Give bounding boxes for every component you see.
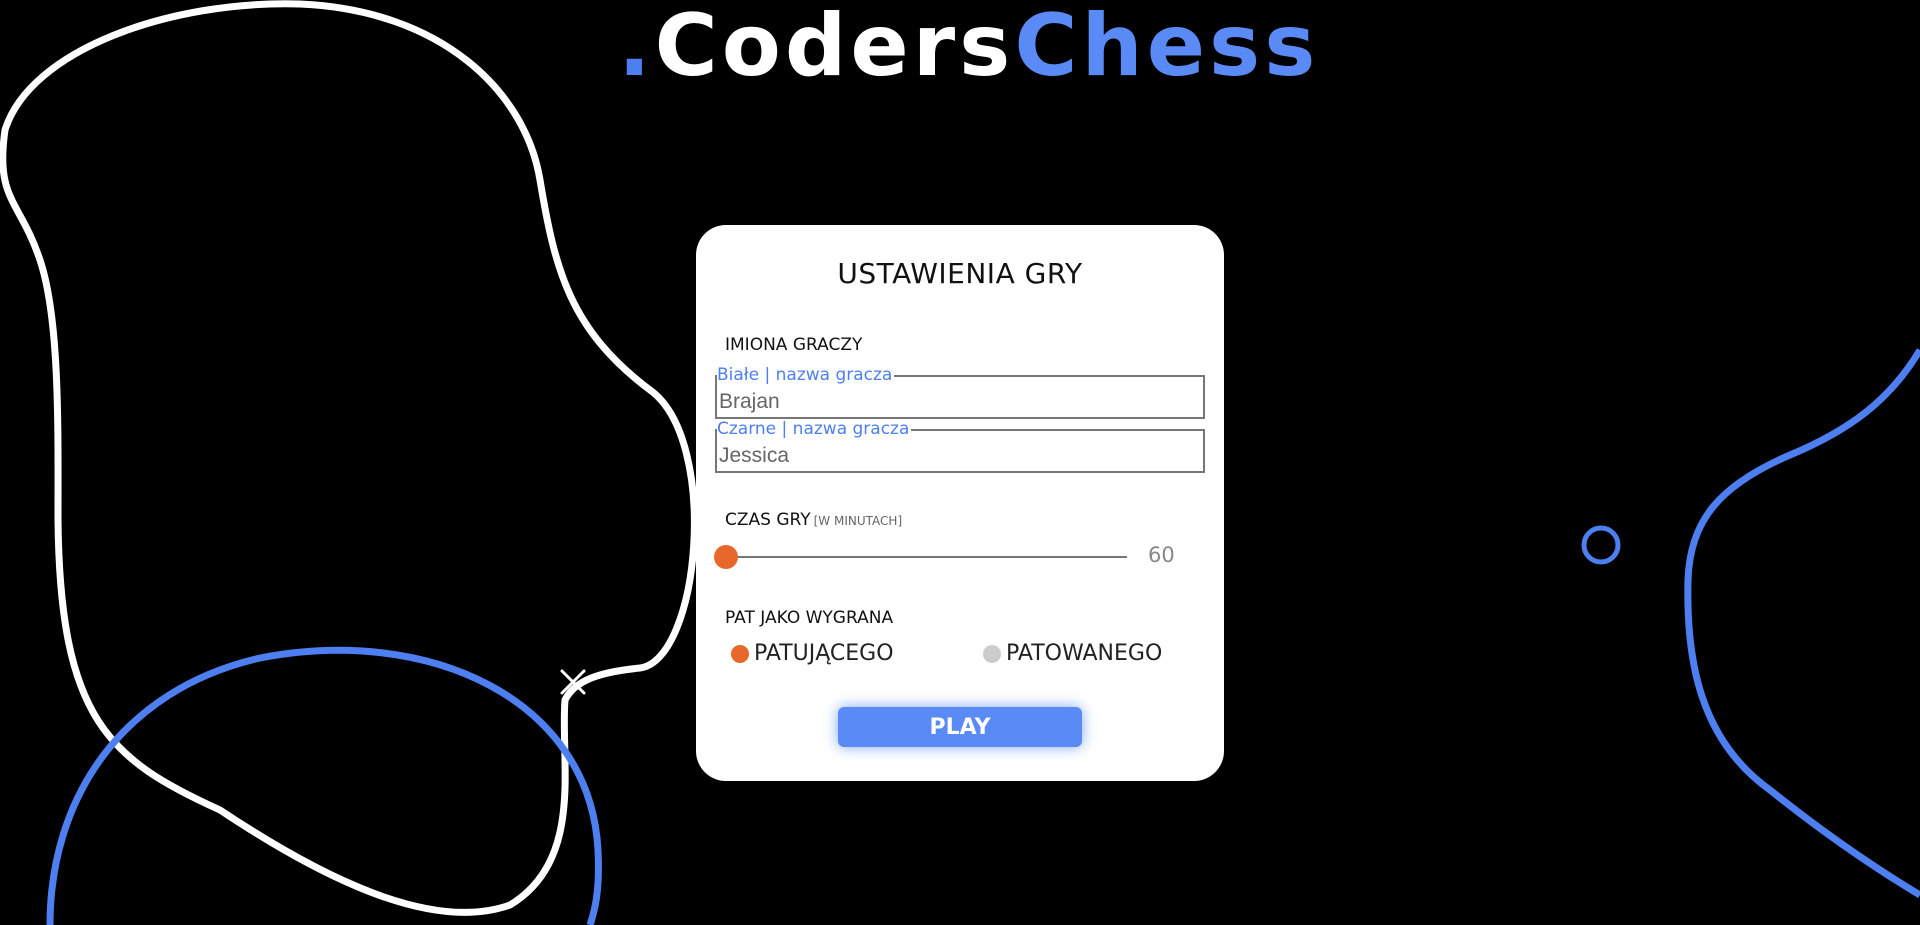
- blue-blob-left: [46, 646, 602, 925]
- radio-option-stalemating[interactable]: PATUJĄCEGO: [731, 641, 894, 666]
- black-player-input[interactable]: [719, 444, 1189, 468]
- time-slider-thumb[interactable]: [714, 545, 738, 569]
- blue-wave-right: [1684, 348, 1920, 899]
- stalemate-label: PAT JAKO WYGRANA: [725, 608, 894, 628]
- white-player-legend: Białe | nazwa gracza: [717, 365, 895, 385]
- logo-coders: Coders: [654, 0, 1015, 96]
- logo-chess: Chess: [1014, 0, 1320, 96]
- white-loop-line: [0, 0, 698, 916]
- players-label: IMIONA GRACZY: [725, 335, 863, 355]
- time-label-hint: [W MINUTACH]: [813, 514, 903, 528]
- black-player-legend: Czarne | nazwa gracza: [717, 419, 912, 439]
- black-player-field: Czarne | nazwa gracza: [715, 420, 1205, 473]
- app-screen: .CodersChess USTAWIENIA GRY IMIONA GRACZ…: [0, 0, 1920, 925]
- time-label-text: CZAS GRY: [725, 510, 811, 530]
- play-button[interactable]: PLAY: [838, 707, 1082, 747]
- white-player-field: Białe | nazwa gracza: [715, 366, 1205, 419]
- radio-option-stalemated[interactable]: PATOWANEGO: [983, 641, 1162, 666]
- radio-unselected-icon: [983, 644, 1001, 663]
- time-slider-track[interactable]: [725, 556, 1127, 558]
- white-player-input[interactable]: [719, 390, 1189, 414]
- game-settings-card: USTAWIENIA GRY IMIONA GRACZY Białe | naz…: [696, 225, 1224, 781]
- time-slider-value: 60: [1148, 543, 1175, 567]
- coderschess-logo: .CodersChess: [618, 0, 1319, 92]
- radio-selected-icon: [731, 644, 749, 663]
- card-title: USTAWIENIA GRY: [837, 257, 1083, 290]
- logo-dot: .: [618, 0, 655, 96]
- radio-option-label: PATUJĄCEGO: [754, 641, 894, 666]
- time-label: CZAS GRY [W MINUTACH]: [725, 510, 902, 530]
- radio-option-label: PATOWANEGO: [1006, 641, 1163, 666]
- blue-ring: [1581, 525, 1621, 565]
